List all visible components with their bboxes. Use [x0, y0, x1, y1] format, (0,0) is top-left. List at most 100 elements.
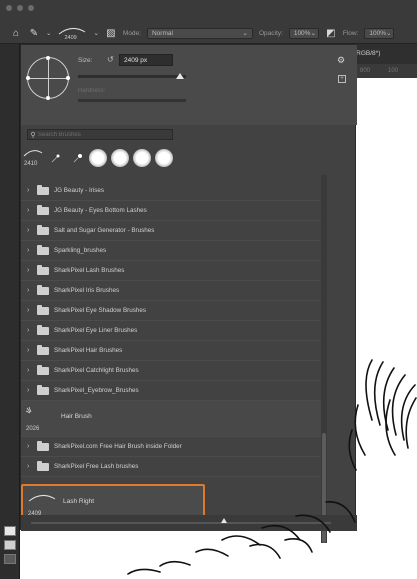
brush-size: 2026	[26, 426, 40, 432]
foreground-color-swatch[interactable]	[4, 526, 16, 536]
tools-panel	[0, 44, 20, 579]
horizontal-ruler: 800 100	[356, 64, 417, 78]
new-preset-icon[interactable]: +	[338, 75, 346, 83]
home-icon[interactable]: ⌂	[10, 27, 22, 39]
recent-brush-preset[interactable]: 2410	[23, 147, 43, 171]
recent-brush-preset[interactable]	[73, 153, 83, 163]
chevron-right-icon[interactable]: ›	[27, 267, 35, 274]
zoom-window-button[interactable]	[28, 5, 34, 11]
folder-label: SharkPixel Eye Liner Brushes	[54, 327, 138, 334]
reset-size-icon[interactable]: ↺	[107, 55, 114, 64]
folder-label: SharkPixel Iris Brushes	[54, 287, 120, 294]
soft-round-preset[interactable]	[155, 149, 173, 167]
chevron-right-icon[interactable]: ›	[27, 207, 35, 214]
soft-round-preset[interactable]	[133, 149, 151, 167]
blend-mode-select[interactable]: Normal ⌄	[146, 27, 253, 39]
brush-preset-picker[interactable]: 2409	[57, 26, 87, 41]
size-slider-handle[interactable]	[176, 73, 184, 79]
chevron-right-icon[interactable]: ›	[27, 247, 35, 254]
folder-row[interactable]: › JG Beauty - Irises	[21, 181, 323, 201]
brush-name: Hair Brush	[61, 413, 92, 420]
recent-brush-size: 2410	[24, 161, 38, 167]
folder-row[interactable]: › SharkPixel Free Lash brushes	[21, 457, 323, 477]
search-input[interactable]	[38, 131, 168, 138]
folder-row[interactable]: › SharkPixel Lash Brushes	[21, 261, 323, 281]
folder-icon	[37, 284, 49, 295]
chevron-right-icon[interactable]: ›	[27, 307, 35, 314]
soft-round-preset[interactable]	[89, 149, 107, 167]
size-input[interactable]: 2409 px	[119, 54, 173, 66]
folder-row[interactable]: › Salt and Sugar Generator - Brushes	[21, 221, 323, 241]
soft-round-preset[interactable]	[111, 149, 129, 167]
window-controls	[6, 5, 34, 11]
folder-row[interactable]: › SharkPixel Catchlight Brushes	[21, 361, 323, 381]
flow-field[interactable]: 100% ⌄	[364, 27, 395, 39]
folder-icon	[37, 440, 49, 451]
options-bar: ⌂ ✎ ⌄ 2409 ⌄ ▨ Mode: Normal ⌄ Opacity: 1…	[0, 0, 417, 44]
folder-label: JG Beauty - Irises	[54, 187, 105, 194]
folder-label: SharkPixel Catchlight Brushes	[54, 367, 139, 374]
chevron-right-icon[interactable]: ›	[27, 367, 35, 374]
minimize-window-button[interactable]	[17, 5, 23, 11]
size-slider[interactable]	[78, 73, 186, 79]
lash-stroke-icon	[23, 150, 43, 157]
brush-settings-panel-icon[interactable]: ▨	[105, 27, 117, 39]
gear-icon[interactable]: ⚙	[337, 55, 345, 66]
document-canvas[interactable]	[356, 78, 417, 579]
brush-preset-hair-brush[interactable]: Hair Brush 2026	[21, 401, 323, 437]
hair-brush-stroke-icon	[25, 406, 32, 414]
recent-brush-preset[interactable]	[51, 153, 61, 163]
chevron-down-icon: ⌄	[310, 30, 316, 37]
brush-size-readout: 2409	[64, 35, 77, 41]
folder-row[interactable]: › SharkPixel.com Free Hair Brush inside F…	[21, 437, 323, 457]
chevron-right-icon[interactable]: ›	[27, 463, 35, 470]
folder-row[interactable]: › SharkPixel Eye Liner Brushes	[21, 321, 323, 341]
mode-label: Mode:	[122, 29, 141, 37]
chevron-right-icon[interactable]: ›	[27, 387, 35, 394]
recent-brushes-row: 2410	[21, 147, 357, 173]
brush-picker-chevron-icon[interactable]: ⌄	[93, 29, 98, 37]
chevron-down-icon: ⌄	[385, 30, 392, 37]
folder-label: SharkPixel Free Lash brushes	[54, 463, 139, 470]
hardness-slider[interactable]	[78, 99, 186, 102]
background-color-swatch[interactable]	[4, 540, 16, 550]
folder-icon	[37, 184, 49, 195]
folder-label: Sparkling_brushes	[54, 247, 107, 254]
opacity-field[interactable]: 100% ⌄	[288, 27, 319, 39]
chevron-right-icon[interactable]: ›	[27, 443, 35, 450]
close-window-button[interactable]	[6, 5, 12, 11]
document-tab-title: (RGB/8*)	[354, 50, 381, 57]
folder-icon	[37, 224, 49, 235]
flow-label: Flow:	[342, 29, 359, 37]
hard-round-small-icon	[51, 154, 60, 163]
folder-label: SharkPixel Lash Brushes	[54, 267, 125, 274]
chevron-right-icon[interactable]: ›	[27, 187, 35, 194]
search-icon: ⚲	[30, 131, 36, 139]
preview-size-slider[interactable]	[31, 522, 331, 524]
pressure-opacity-icon[interactable]: ◩	[325, 27, 337, 39]
folder-row[interactable]: › JG Beauty - Eyes Bottom Lashes	[21, 201, 323, 221]
chevron-right-icon[interactable]: ›	[27, 227, 35, 234]
preset-list-scrollbar[interactable]	[321, 175, 327, 543]
quick-mask-icon[interactable]	[4, 554, 16, 564]
folder-row[interactable]: › SharkPixel Hair Brushes	[21, 341, 323, 361]
brush-preset-panel: Size: ↺ 2409 px Hardness: ⚙ + ⚲ 2410	[20, 44, 357, 543]
chevron-right-icon[interactable]: ›	[27, 327, 35, 334]
brush-tool-icon[interactable]: ✎	[28, 27, 40, 39]
folder-row[interactable]: › SharkPixel_Eyebrow_Brushes	[21, 381, 323, 401]
brush-search[interactable]: ⚲	[27, 129, 173, 140]
folder-label: JG Beauty - Eyes Bottom Lashes	[54, 207, 147, 214]
tool-preset-chevron-icon[interactable]: ⌄	[46, 29, 51, 37]
chevron-right-icon[interactable]: ›	[27, 287, 35, 294]
flow-value: 100%	[369, 29, 386, 37]
preview-size-handle[interactable]	[221, 518, 227, 523]
hard-round-medium-icon	[73, 154, 82, 163]
brush-angle-roundness-control[interactable]	[26, 56, 70, 100]
chevron-right-icon[interactable]: ›	[27, 347, 35, 354]
lash-stroke-icon	[28, 495, 56, 502]
chevron-down-icon: ⌄	[242, 30, 248, 37]
folder-row[interactable]: › SharkPixel Iris Brushes	[21, 281, 323, 301]
folder-row[interactable]: › SharkPixel Eye Shadow Brushes	[21, 301, 323, 321]
folder-row[interactable]: › Sparkling_brushes	[21, 241, 323, 261]
brush-name: Lash Right	[63, 498, 95, 505]
